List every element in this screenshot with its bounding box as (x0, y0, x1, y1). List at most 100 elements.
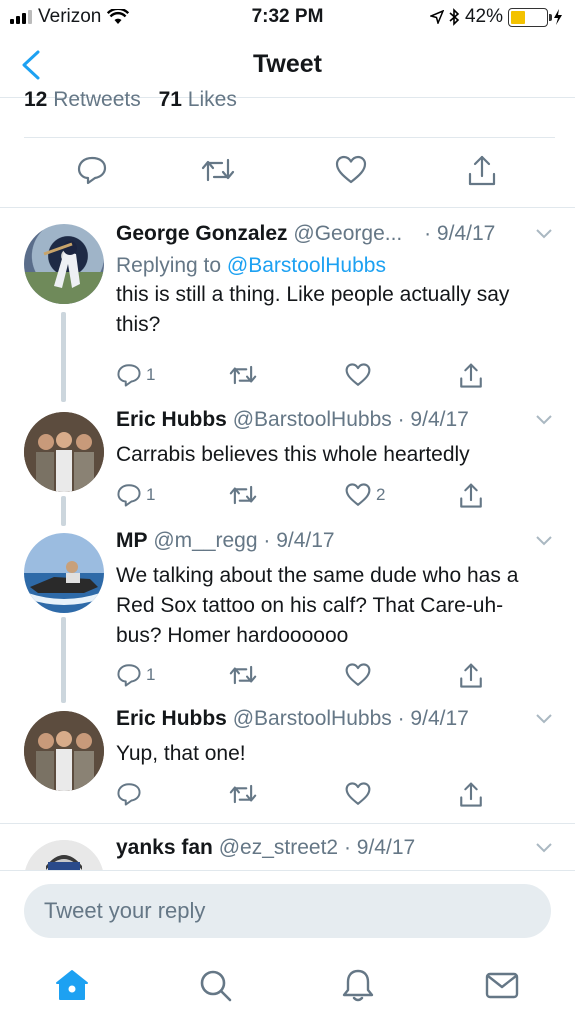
retweet-action[interactable] (228, 482, 262, 508)
like-action[interactable] (344, 781, 376, 807)
avatar[interactable] (24, 711, 104, 791)
divider (24, 137, 555, 138)
retweet-action[interactable] (228, 781, 262, 807)
author-handle[interactable]: @m__regg (153, 529, 257, 552)
tweet-date: · 9/4/17 (343, 836, 416, 859)
replying-prefix: Replying to (116, 254, 222, 277)
like-heart-icon (345, 483, 371, 506)
tweet-date: · 9/4/17 (424, 222, 496, 245)
tweet-actions (116, 781, 482, 811)
thread-line (61, 496, 66, 526)
location-arrow-icon (429, 10, 444, 24)
like-action[interactable] (344, 662, 376, 688)
retweet-icon (229, 365, 257, 385)
author-name[interactable]: Eric Hubbs (116, 707, 227, 730)
share-action[interactable] (458, 482, 484, 510)
author-name[interactable]: George Gonzalez (116, 222, 288, 245)
reply-icon (117, 783, 141, 806)
retweets-label: Retweets (53, 88, 141, 111)
main-tweet-actions (0, 150, 575, 200)
like-action[interactable] (344, 362, 376, 388)
chevron-down-icon[interactable] (535, 711, 553, 725)
reply-count: 1 (146, 665, 156, 684)
thread-line (61, 617, 66, 703)
retweet-icon (229, 784, 257, 804)
tweet-text: Carrabis believes this whole heartedly (116, 443, 470, 466)
reply-action[interactable]: 1 (116, 662, 155, 688)
reply-count: 1 (146, 485, 156, 504)
replying-to: Replying to @BarstoolHubbs (116, 254, 557, 278)
reply-tweet[interactable]: yanks fan @ez_street2 · 9/4/17 (0, 824, 575, 870)
status-bar: Verizon 7:32 PM 42% (0, 0, 575, 34)
avatar[interactable] (24, 840, 104, 870)
reply-count: 1 (146, 365, 156, 384)
reply-action[interactable] (116, 781, 146, 807)
tweet-text: this is still a thing. Like people actua… (116, 283, 510, 336)
likes-label: Likes (187, 88, 237, 111)
reply-input[interactable] (24, 884, 551, 938)
home-icon[interactable] (54, 967, 90, 1003)
avatar[interactable] (24, 224, 104, 304)
retweet-icon (229, 485, 257, 505)
reply-action[interactable]: 1 (116, 362, 155, 388)
avatar[interactable] (24, 412, 104, 492)
reply-tweet[interactable]: Eric Hubbs @BarstoolHubbs · 9/4/17 Yup, … (0, 701, 575, 823)
bluetooth-icon (449, 8, 460, 26)
retweet-icon[interactable] (200, 154, 236, 186)
retweet-action[interactable] (228, 662, 262, 688)
reply-icon[interactable] (76, 154, 108, 186)
chevron-down-icon[interactable] (535, 226, 553, 240)
tweet-date: · 9/4/17 (263, 529, 335, 552)
like-heart-icon (345, 663, 371, 686)
author-handle[interactable]: @BarstoolHubbs (233, 707, 392, 730)
tweet-date: · 9/4/17 (397, 707, 469, 730)
messages-icon[interactable] (484, 967, 520, 1003)
replying-to-link[interactable]: @BarstoolHubbs (227, 254, 386, 277)
tweet-date: · 9/4/17 (397, 408, 469, 431)
share-action[interactable] (458, 662, 484, 690)
author-handle[interactable]: @George... (293, 222, 402, 245)
reply-tweet[interactable]: Eric Hubbs @BarstoolHubbs · 9/4/17 Carra… (0, 400, 575, 526)
divider (0, 870, 575, 871)
author-handle[interactable]: @BarstoolHubbs (233, 408, 392, 431)
reply-icon (117, 484, 141, 507)
author-handle[interactable]: @ez_street2 (219, 836, 338, 859)
like-count: 2 (376, 485, 386, 504)
author-name[interactable]: yanks fan (116, 836, 213, 859)
reply-action[interactable]: 1 (116, 482, 155, 508)
chevron-down-icon[interactable] (535, 533, 553, 547)
tweet-text: We talking about the same dude who has a… (116, 564, 519, 647)
reply-icon (117, 664, 141, 687)
chevron-down-icon[interactable] (535, 840, 553, 854)
search-icon[interactable] (197, 967, 233, 1003)
share-icon (460, 363, 482, 388)
tweet-stats[interactable]: 12 Retweets 71 Likes (24, 88, 237, 118)
author-name[interactable]: MP (116, 529, 148, 552)
page-title: Tweet (253, 50, 322, 78)
battery-percent: 42% (464, 6, 503, 27)
avatar[interactable] (24, 533, 104, 613)
share-icon (460, 483, 482, 508)
reply-icon (117, 364, 141, 387)
tweet-text: Yup, that one! (116, 742, 246, 765)
like-heart-icon (345, 782, 371, 805)
reply-tweet[interactable]: George Gonzalez @George... · 9/4/17 Repl… (0, 208, 575, 402)
retweet-action[interactable] (228, 362, 262, 388)
chevron-down-icon[interactable] (535, 412, 553, 426)
tweet-actions: 1 (116, 662, 482, 692)
share-action[interactable] (458, 781, 484, 809)
author-name[interactable]: Eric Hubbs (116, 408, 227, 431)
reply-tweet[interactable]: MP @m__regg · 9/4/17 We talking about th… (0, 525, 575, 703)
retweet-icon (229, 665, 257, 685)
tweet-actions: 1 2 (116, 482, 482, 512)
share-icon[interactable] (466, 154, 498, 188)
share-action[interactable] (458, 362, 484, 390)
like-action[interactable]: 2 (344, 482, 385, 508)
battery-icon (508, 7, 552, 27)
share-icon (460, 663, 482, 688)
reply-composer[interactable] (24, 884, 551, 938)
like-heart-icon (345, 363, 371, 386)
charging-bolt-icon (554, 9, 562, 25)
like-heart-icon[interactable] (334, 154, 368, 186)
notifications-icon[interactable] (340, 967, 376, 1003)
